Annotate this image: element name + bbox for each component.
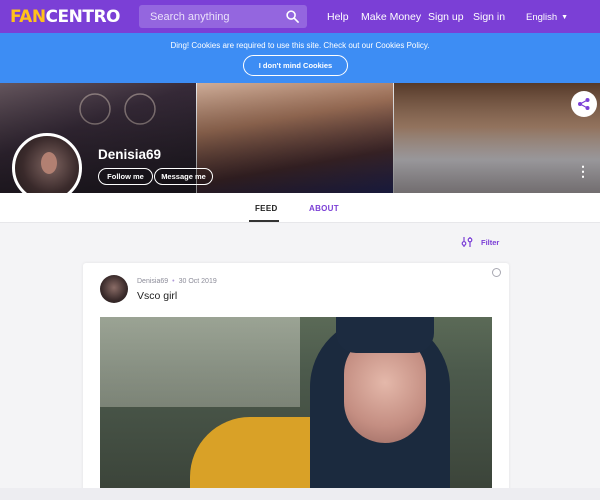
search-bar xyxy=(139,5,307,28)
search-icon[interactable] xyxy=(286,10,299,23)
more-options-icon[interactable]: ⋮ xyxy=(576,164,590,178)
post-date: 30 Oct 2019 xyxy=(178,278,217,285)
filter-label: Filter xyxy=(481,237,500,247)
top-nav: FANCENTRO Help Make Money Sign up Sign i… xyxy=(0,0,600,33)
active-tab-indicator xyxy=(249,220,279,222)
nav-sign-in-link[interactable]: Sign in xyxy=(473,11,505,23)
post-title: Vsco girl xyxy=(137,290,178,302)
tab-about[interactable]: ABOUT xyxy=(309,204,339,213)
language-select[interactable]: English ▼ xyxy=(526,12,568,23)
post-meta: Denisia69 • 30 Oct 2019 xyxy=(137,278,217,285)
filter-button[interactable]: Filter xyxy=(461,236,499,248)
nav-help-link[interactable]: Help xyxy=(327,11,349,23)
chevron-down-icon: ▼ xyxy=(561,14,569,21)
profile-username: Denisia69 xyxy=(98,147,162,162)
filter-icon xyxy=(461,237,473,247)
bottom-bar xyxy=(0,488,600,500)
post-image[interactable] xyxy=(100,317,492,500)
profile-cover xyxy=(0,83,600,193)
post-author-name[interactable]: Denisia69 xyxy=(137,278,168,285)
share-button[interactable] xyxy=(571,91,597,117)
message-button[interactable]: Message me xyxy=(154,168,213,185)
nav-sign-up-link[interactable]: Sign up xyxy=(428,11,464,23)
fancentro-logo[interactable]: FANCENTRO xyxy=(10,7,121,27)
separator-dot-icon: • xyxy=(172,278,175,285)
share-icon xyxy=(578,98,590,110)
post-author-avatar[interactable] xyxy=(100,275,128,303)
cover-shade xyxy=(0,83,600,193)
language-label: English xyxy=(526,12,558,23)
post-card: Denisia69 • 30 Oct 2019 Vsco girl xyxy=(83,263,509,500)
cookie-banner: Ding! Cookies are required to use this s… xyxy=(0,33,600,83)
search-input[interactable] xyxy=(150,10,280,23)
follow-button[interactable]: Follow me xyxy=(98,168,153,185)
nav-make-money-link[interactable]: Make Money xyxy=(361,11,421,23)
post-options-icon[interactable] xyxy=(492,268,501,277)
profile-tabs: FEED ABOUT xyxy=(0,193,600,223)
tab-feed[interactable]: FEED xyxy=(255,204,278,213)
accept-cookies-button[interactable]: I don't mind Cookies xyxy=(243,55,348,76)
cookie-message: Ding! Cookies are required to use this s… xyxy=(170,41,430,50)
